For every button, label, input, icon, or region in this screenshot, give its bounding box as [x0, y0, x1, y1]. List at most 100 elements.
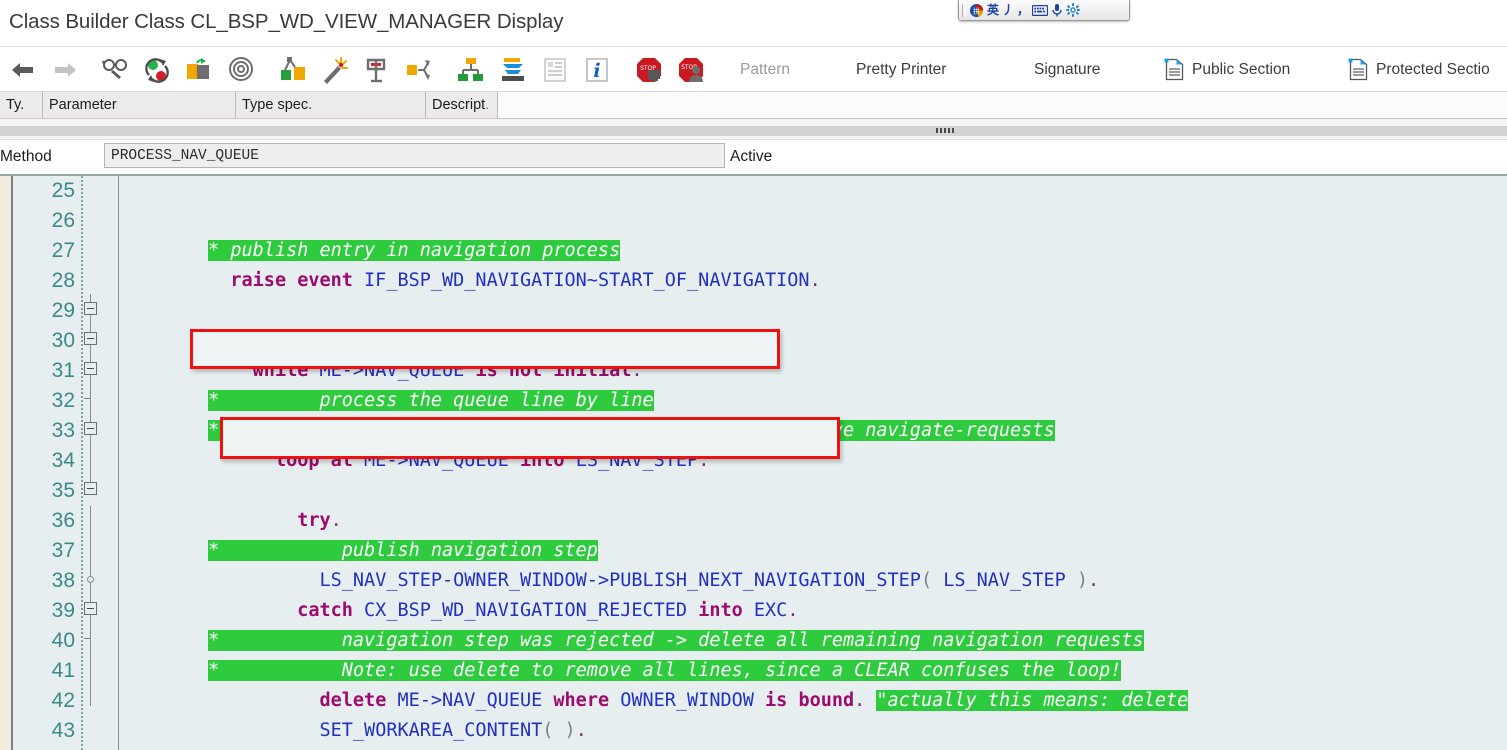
- code-line[interactable]: raise event IF_BSP_WD_NAVIGATION~START_O…: [119, 236, 820, 291]
- code-punct: .: [1088, 570, 1100, 591]
- fold-toggle-39[interactable]: [84, 602, 97, 615]
- code-identifier: IF_BSP_WD_NAVIGATION~START_OF_NAVIGATION: [364, 270, 810, 291]
- stop-session-icon: STOP: [637, 57, 661, 82]
- panel-splitter[interactable]: [0, 119, 1507, 140]
- truncation-dots: .: [485, 97, 491, 113]
- ime-language-bar[interactable]: 拼 英 丿 ，: [958, 0, 1130, 21]
- line-number: 25: [51, 179, 75, 202]
- code-line[interactable]: exit.: [119, 716, 375, 746]
- annotation-loop-text: loop at ME->NAV_QUEUE into LS_NAV_STEP.: [223, 420, 837, 456]
- splitter-grip[interactable]: [936, 128, 954, 133]
- line-number: 36: [51, 509, 75, 532]
- column-header-type-spec[interactable]: Type spec.: [236, 92, 426, 118]
- toolbar-button-signature[interactable]: Signature: [1034, 47, 1100, 92]
- svg-text:i: i: [593, 60, 600, 82]
- line-number: 40: [51, 629, 75, 652]
- splitter-bar[interactable]: [0, 126, 1507, 136]
- toolbar-button-info[interactable]: i: [580, 47, 614, 92]
- ime-voice-icon[interactable]: [1051, 3, 1063, 17]
- ime-halfwidth-icon[interactable]: 丿: [1002, 4, 1014, 16]
- ime-drag-handle[interactable]: [962, 3, 966, 17]
- ime-logo-icon[interactable]: 拼: [969, 3, 984, 18]
- code-identifier: OWNER_WINDOW: [620, 690, 766, 711]
- sap-class-builder-window: Class Builder Class CL_BSP_WD_VIEW_MANAG…: [0, 0, 1507, 750]
- code-line[interactable]: SET_WORKAREA_CONTENT( ).: [119, 686, 587, 741]
- back-arrow-icon: [12, 62, 33, 77]
- toolbar-button-check[interactable]: [182, 47, 216, 92]
- line-number: 28: [51, 269, 75, 292]
- fold-toggle-33[interactable]: [84, 422, 97, 435]
- code-punct: .: [809, 270, 821, 291]
- change-toggle-icon: [145, 57, 169, 83]
- code-line[interactable]: * publish entry in navigation process: [119, 206, 621, 261]
- code-line[interactable]: try.: [119, 476, 342, 531]
- ime-punctuation-icon[interactable]: ，: [1017, 4, 1029, 16]
- code-line[interactable]: try.: [119, 296, 275, 351]
- toolbar-button-pretty-printer[interactable]: Pretty Printer: [856, 47, 946, 92]
- fold-toggle-29[interactable]: [84, 302, 97, 315]
- gutter-dotted-divider: [81, 176, 83, 750]
- toolbar-button-insert-statement[interactable]: [318, 47, 352, 92]
- method-status-label: Active: [730, 148, 773, 165]
- line-number: 35: [51, 479, 75, 502]
- toolbar-button-session-breakpoint[interactable]: STOP: [632, 47, 666, 92]
- code-punct: .: [575, 720, 587, 741]
- fold-dash-32: [84, 398, 90, 399]
- toolbar-button-pattern-label: Pattern: [740, 60, 790, 78]
- fold-toggle-35[interactable]: [84, 482, 97, 495]
- toolbar-button-where-used[interactable]: [224, 47, 258, 92]
- ime-soft-keyboard-icon[interactable]: [1032, 4, 1049, 17]
- toolbar-button-forward[interactable]: [48, 47, 82, 92]
- method-name-field[interactable]: PROCESS_NAV_QUEUE: [104, 143, 725, 168]
- line-number: 37: [51, 539, 75, 562]
- toolbar-button-activate[interactable]: [276, 47, 310, 92]
- toolbar-button-external-breakpoint[interactable]: STOP: [674, 47, 708, 92]
- line-number: 26: [51, 209, 75, 232]
- forward-arrow-icon: [55, 62, 76, 77]
- column-header-filler: [498, 92, 1507, 118]
- code-line[interactable]: * Note: use delete to remove all lines, …: [119, 626, 1122, 681]
- line-number: 32: [51, 389, 75, 412]
- fold-toggle-30[interactable]: [84, 332, 97, 345]
- method-label: Method: [0, 148, 52, 165]
- code-keyword: is bound: [765, 690, 855, 711]
- document-blue-icon: [1164, 58, 1184, 81]
- ime-settings-icon[interactable]: [1066, 3, 1080, 17]
- line-number: 27: [51, 239, 75, 262]
- line-number: 29: [51, 299, 75, 322]
- column-header-description[interactable]: Descript.: [426, 92, 498, 118]
- fold-circle-38[interactable]: [87, 576, 94, 583]
- column-header-parameter[interactable]: Parameter: [43, 92, 236, 118]
- toolbar-button-back[interactable]: [6, 47, 40, 92]
- fold-toggle-31[interactable]: [84, 362, 97, 375]
- code-line[interactable]: delete ME->NAV_QUEUE where OWNER_WINDOW …: [119, 656, 1189, 711]
- toolbar-button-object-list[interactable]: [538, 47, 572, 92]
- toolbar-button-breakpoint[interactable]: [360, 47, 394, 92]
- toolbar-button-pattern[interactable]: Pattern: [740, 47, 790, 92]
- toolbar-button-protected-section-label: Protected Sectio: [1376, 60, 1490, 78]
- editor-left-margin: [0, 176, 11, 750]
- title-bar: Class Builder Class CL_BSP_WD_VIEW_MANAG…: [0, 0, 1507, 47]
- toolbar-button-structure[interactable]: [496, 47, 530, 92]
- ime-chinese-english-icon[interactable]: 英: [987, 4, 999, 16]
- breakpoint-flag-icon: [366, 58, 386, 82]
- line-number: 41: [51, 659, 75, 682]
- code-line[interactable]: LS_NAV_STEP-OWNER_WINDOW->PUBLISH_NEXT_N…: [119, 536, 1100, 591]
- code-line[interactable]: * navigation step was rejected -> delete…: [119, 596, 1144, 651]
- toolbar-button-protected-section[interactable]: Protected Sectio: [1348, 47, 1490, 92]
- toolbar-button-hierarchy[interactable]: [454, 47, 488, 92]
- code-line[interactable]: catch CX_BSP_WD_NAVIGATION_REJECTED into…: [119, 566, 798, 621]
- code-line[interactable]: * queue might grow during loop caused by…: [119, 386, 1055, 441]
- column-header-type[interactable]: Ty.: [0, 92, 43, 118]
- fold-dash-40: [84, 638, 90, 639]
- toolbar-button-change[interactable]: [140, 47, 174, 92]
- code-editor[interactable]: 25 26 27 28 29 30 31 32 33 34 35 36 37 3…: [0, 176, 1507, 750]
- code-folding-column[interactable]: [84, 176, 119, 750]
- code-text-area[interactable]: * publish entry in navigation process ra…: [119, 176, 1507, 750]
- line-number: 34: [51, 449, 75, 472]
- where-used-icon: [229, 56, 253, 81]
- code-line[interactable]: * publish navigation step: [119, 506, 598, 561]
- toolbar-button-public-section[interactable]: Public Section: [1164, 47, 1290, 92]
- toolbar-button-display[interactable]: [98, 47, 132, 92]
- toolbar-button-navigate[interactable]: [402, 47, 436, 92]
